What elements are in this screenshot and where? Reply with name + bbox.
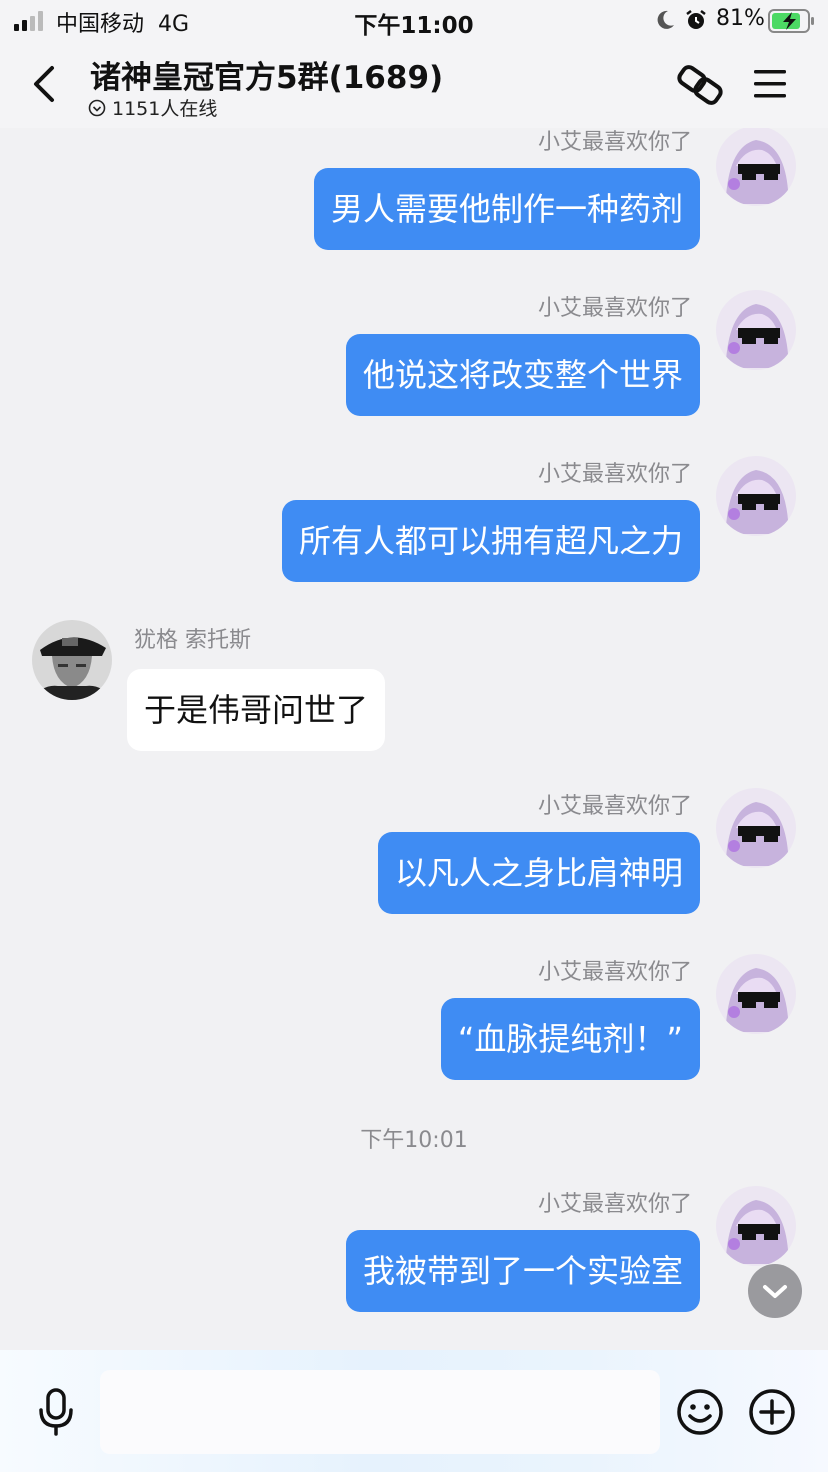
sender-name: 犹格 索托斯 [134, 628, 251, 653]
timestamp: 下午10:01 [360, 1128, 468, 1153]
message-bubble[interactable]: “血脉提纯剂！” [440, 998, 700, 1080]
scroll-to-bottom-button[interactable] [748, 1264, 802, 1318]
emoji-icon[interactable] [676, 1388, 724, 1436]
menu-icon[interactable] [752, 68, 788, 100]
avatar-self[interactable] [716, 456, 796, 536]
avatar-self[interactable] [716, 1186, 796, 1266]
online-count: 1151人在线 [88, 94, 217, 121]
microphone-icon[interactable] [36, 1388, 76, 1436]
chevron-down-icon [763, 1285, 787, 1298]
input-bar [0, 1350, 828, 1472]
chat-title: 诸神皇冠官方5群(1689) [90, 60, 444, 96]
battery-percent: 81% [716, 6, 765, 31]
battery-icon [768, 9, 814, 33]
moon-icon [657, 10, 674, 29]
sender-name: 小艾最喜欢你了 [537, 794, 692, 819]
message-bubble[interactable]: 男人需要他制作一种药剂 [313, 168, 700, 250]
plus-icon[interactable] [748, 1388, 796, 1436]
back-button[interactable] [26, 62, 62, 106]
message-bubble[interactable]: 他说这将改变整个世界 [345, 334, 700, 416]
sender-name: 小艾最喜欢你了 [537, 296, 692, 321]
avatar-other[interactable] [32, 620, 112, 700]
avatar-self[interactable] [716, 954, 796, 1034]
nav-bar: 诸神皇冠官方5群(1689) 1151人在线 [0, 42, 828, 128]
sender-name: 小艾最喜欢你了 [537, 462, 692, 487]
sender-name: 小艾最喜欢你了 [537, 130, 692, 155]
alarm-icon [686, 10, 706, 29]
avatar-self[interactable] [716, 788, 796, 868]
message-bubble[interactable]: 以凡人之身比肩神明 [377, 832, 700, 914]
chat-list[interactable]: 小艾最喜欢你了 男人需要他制作一种药剂 小艾最喜欢你了 他说这将改变整个世界 小… [0, 128, 828, 1350]
message-bubble[interactable]: 所有人都可以拥有超凡之力 [281, 500, 700, 582]
link-icon[interactable] [676, 62, 726, 108]
avatar-self[interactable] [716, 128, 796, 206]
sender-name: 小艾最喜欢你了 [537, 1192, 692, 1217]
message-bubble[interactable]: 于是伟哥问世了 [127, 669, 386, 751]
message-input[interactable] [100, 1370, 660, 1454]
sender-name: 小艾最喜欢你了 [537, 960, 692, 985]
avatar-self[interactable] [716, 290, 796, 370]
message-bubble[interactable]: 我被带到了一个实验室 [345, 1230, 700, 1312]
online-check-icon [88, 99, 106, 116]
status-bar: 中国移动 4G 下午11:00 81% [0, 0, 828, 42]
